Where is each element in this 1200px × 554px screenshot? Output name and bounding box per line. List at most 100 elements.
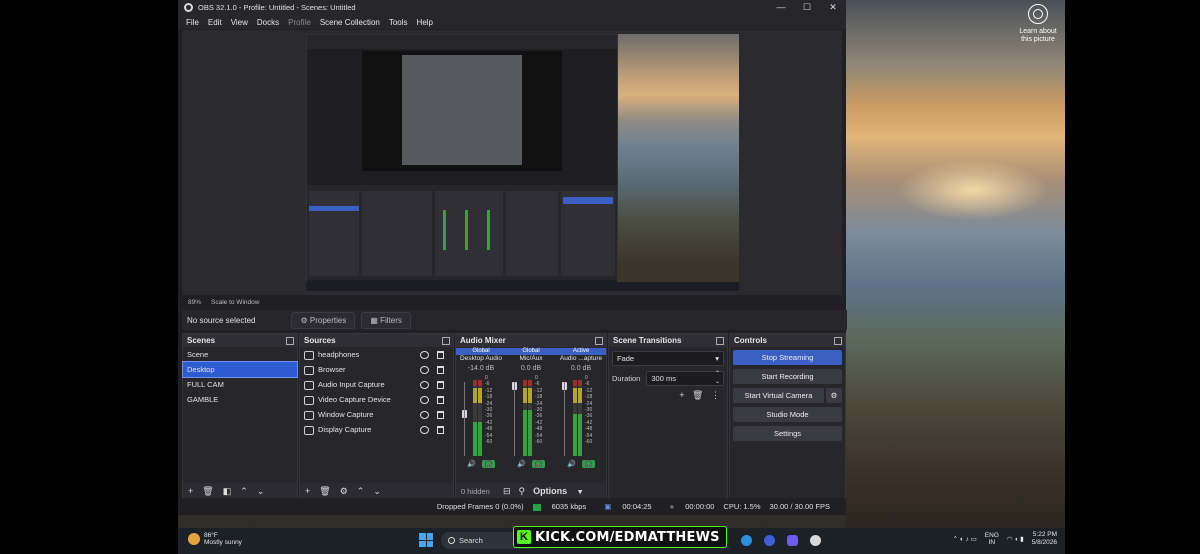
source-settings-button[interactable]: ⚙ [340,486,348,497]
mixer-footer: 0 hidden ⊟ ⚲ Options ▾ [456,483,606,499]
headphones-icon[interactable]: 🎧 [532,460,545,468]
filters-button[interactable]: ▦ Filters [361,311,411,329]
add-source-button[interactable]: + [305,486,310,496]
move-up-button[interactable]: ⌃ [357,486,365,497]
add-scene-button[interactable]: + [188,486,193,496]
obs-taskbar-icon[interactable] [810,535,821,546]
start-virtual-camera-button[interactable]: Start Virtual Camera [733,388,824,403]
lock-icon[interactable] [437,411,444,419]
close-button[interactable]: ✕ [820,0,846,15]
learn-about-picture-button[interactable]: Learn about this picture [1016,4,1060,44]
menu-edit[interactable]: Edit [208,18,222,27]
popout-icon[interactable] [716,337,724,345]
transition-select[interactable]: Fade ▾ [612,351,724,366]
browser-icon[interactable] [764,535,775,546]
remove-scene-button[interactable]: 🗑 [202,486,213,497]
channel-name[interactable]: Mic/Aux [506,355,556,363]
popout-icon[interactable] [442,337,450,345]
remove-transition-button[interactable]: 🗑 [692,390,703,400]
visibility-icon[interactable] [420,366,429,374]
mixer-channel: Active Audio ...apture 0.0 dB 0 -6 -12 -18 -24-… [556,348,606,468]
tray-icons[interactable]: ⌃ ◐ ♪ ▭ [953,535,977,543]
start-button[interactable] [419,533,433,547]
lock-icon[interactable] [437,381,444,389]
channel-name[interactable]: Desktop Audio [456,355,506,363]
lock-icon[interactable] [437,366,444,374]
popout-icon[interactable] [595,337,603,345]
clock[interactable]: 5:22 PM 5/8/2026 [1032,531,1057,547]
link-icon[interactable]: ⚲ [519,486,526,497]
nested-obs-preview [306,34,618,284]
start-recording-button[interactable]: Start Recording [733,369,842,384]
source-item[interactable]: Display Capture [300,422,453,437]
headphones-icon[interactable]: 🎧 [582,460,595,468]
source-item[interactable]: Video Capture Device [300,392,453,407]
lock-icon[interactable] [437,351,444,359]
move-down-button[interactable]: ⌄ [373,486,381,497]
menu-profile[interactable]: Profile [288,18,311,27]
visibility-icon[interactable] [420,411,429,419]
db-scale: 0 -6 -12 -18 -24 -30 -36 -42 -48 -54 -60 [485,375,493,446]
scene-item[interactable]: GAMBLE [183,392,297,407]
input-language[interactable]: ENG IN [985,532,999,546]
scene-item[interactable]: Scene [183,347,297,362]
discord-icon[interactable] [787,535,798,546]
scene-filters-button[interactable]: ◧ [223,486,232,497]
fader-track[interactable] [514,382,515,456]
window-icon [304,410,314,420]
visibility-icon[interactable] [420,381,429,389]
speaker-icon[interactable]: 🔊 [517,460,526,468]
scenes-dock: Scenes Scene Desktop FULL CAM GAMBLE + 🗑… [182,333,298,500]
network-volume-battery[interactable]: ◠ ◖ ▮ [1007,535,1024,543]
settings-button[interactable]: Settings [733,426,842,441]
fader-track[interactable] [464,382,465,456]
source-item[interactable]: Browser [300,362,453,377]
menu-scene-collection[interactable]: Scene Collection [320,18,380,27]
channel-name[interactable]: Audio ...apture [556,355,606,363]
fader-track[interactable] [564,382,565,456]
properties-button[interactable]: ⚙ Properties [291,311,356,329]
scene-item-selected[interactable]: Desktop [182,361,298,378]
options-button[interactable]: Options ▾ [533,486,582,496]
source-item[interactable]: Window Capture [300,407,453,422]
virtual-camera-settings-icon[interactable]: ⚙ [826,388,842,403]
remove-source-button[interactable]: 🗑 [319,486,330,497]
visibility-icon[interactable] [420,351,429,359]
edge-icon[interactable] [741,535,752,546]
minimize-button[interactable]: — [768,0,794,15]
menu-tools[interactable]: Tools [389,18,408,27]
duration-field[interactable]: 300 ms ⌃ ⌄ [646,371,724,386]
speaker-icon[interactable]: 🔊 [567,460,576,468]
visibility-icon[interactable] [420,396,429,404]
menu-file[interactable]: File [186,18,199,27]
maximize-button[interactable]: ☐ [794,0,820,15]
popout-icon[interactable] [286,337,294,345]
obs-window: OBS 32.1.0 - Profile: Untitled - Scenes:… [178,0,847,515]
visibility-icon[interactable] [420,426,429,434]
mixer-layout-icon[interactable]: ⊟ [503,486,511,497]
lock-icon[interactable] [437,396,444,404]
transition-menu-icon[interactable]: ⋮ [711,390,720,400]
menu-docks[interactable]: Docks [257,18,279,27]
zoom-level[interactable]: 89% [188,299,201,306]
wallpaper [846,0,1065,528]
move-down-button[interactable]: ⌄ [257,486,265,497]
title-bar[interactable]: OBS 32.1.0 - Profile: Untitled - Scenes:… [178,0,846,15]
lock-icon[interactable] [437,426,444,434]
popout-icon[interactable] [834,337,842,345]
scale-mode[interactable]: Scale to Window [211,299,259,306]
source-item[interactable]: headphones [300,347,453,362]
weather-widget[interactable]: 86°F Mostly sunny [188,532,242,546]
scene-item[interactable]: FULL CAM [183,377,297,392]
speaker-icon[interactable]: 🔊 [467,460,476,468]
menu-help[interactable]: Help [417,18,433,27]
move-up-button[interactable]: ⌃ [240,486,248,497]
scene-transitions-dock: Scene Transitions Fade ▾ Duration 300 ms ⌃… [608,333,728,500]
add-transition-button[interactable]: + [679,390,684,400]
menu-view[interactable]: View [231,18,248,27]
headphones-icon[interactable]: 🎧 [482,460,495,468]
stop-streaming-button[interactable]: Stop Streaming [733,350,842,365]
studio-mode-button[interactable]: Studio Mode [733,407,842,422]
preview-area[interactable] [182,30,842,295]
source-item[interactable]: Audio Input Capture [300,377,453,392]
